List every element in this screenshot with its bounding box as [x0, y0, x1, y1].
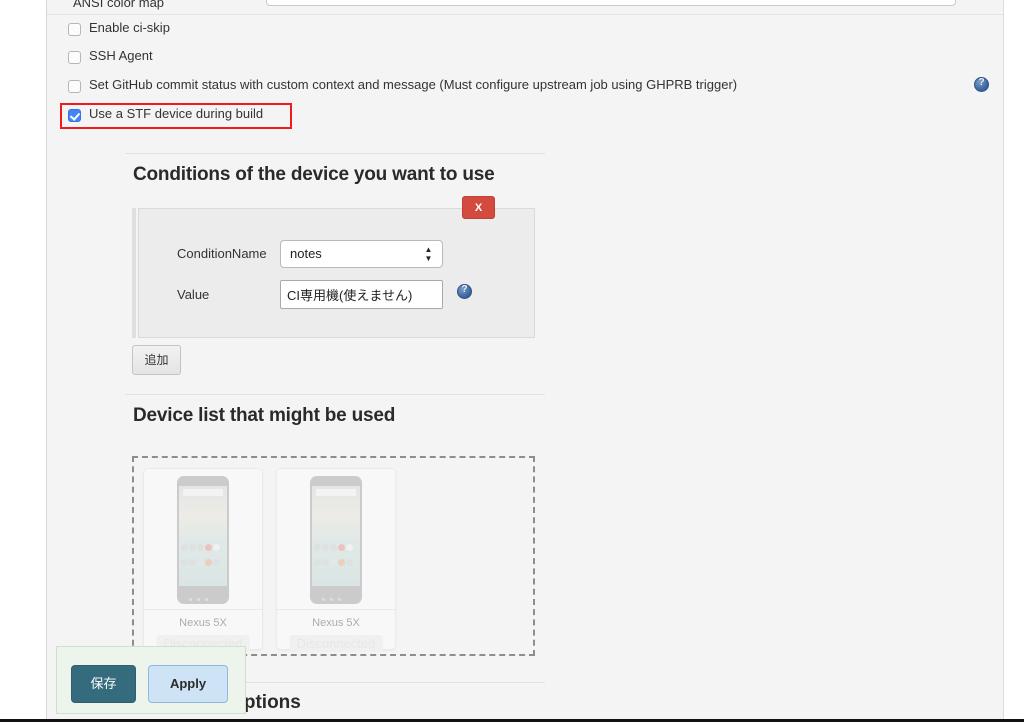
condition-value-input[interactable]	[280, 280, 443, 309]
conditions-heading: Conditions of the device you want to use	[133, 164, 495, 185]
device-thumbnail	[144, 469, 262, 609]
apply-button[interactable]: Apply	[148, 665, 228, 703]
checkbox-label-ssh-agent: SSH Agent	[89, 48, 153, 63]
page-root: ANSI color map xterm ▼ Enable ci-skip SS…	[0, 0, 1024, 722]
device-status-badge: Disconnected	[289, 635, 383, 652]
condition-name-value: notes	[290, 246, 322, 261]
device-card-divider	[144, 609, 262, 610]
save-button[interactable]: 保存	[71, 665, 136, 703]
device-name: Nexus 5X	[312, 617, 360, 629]
ansi-color-map-row: ANSI color map xterm ▼	[47, 0, 1003, 14]
condition-name-label: ConditionName	[177, 246, 267, 261]
device-card[interactable]: Nexus 5X Disconnected	[276, 468, 396, 652]
help-icon-github-commit-status[interactable]	[974, 77, 989, 95]
stf-device-section: Conditions of the device you want to use…	[47, 136, 1003, 716]
checkbox-row-use-stf-device[interactable]: Use a STF device during build	[47, 103, 1003, 131]
device-name: Nexus 5X	[179, 617, 227, 629]
ansi-color-map-select[interactable]: xterm ▼	[266, 0, 956, 6]
checkbox-enable-ci-skip[interactable]	[68, 23, 81, 36]
device-list-divider	[125, 394, 545, 395]
device-list-heading: Device list that might be used	[133, 405, 396, 426]
checkbox-row-github-commit-status[interactable]: Set GitHub commit status with custom con…	[47, 74, 1003, 102]
device-card-divider	[277, 609, 395, 610]
checkbox-row-ssh-agent[interactable]: SSH Agent	[47, 45, 1003, 73]
add-condition-button[interactable]: 追加	[132, 345, 181, 375]
device-thumbnail	[277, 469, 395, 609]
condition-panel: ConditionName notes ▲ ▼ Value	[138, 208, 535, 338]
device-card[interactable]: Nexus 5X Disconnected	[143, 468, 263, 652]
checkbox-ssh-agent[interactable]	[68, 51, 81, 64]
condition-value-label: Value	[177, 287, 210, 302]
condition-accent-bar	[132, 208, 136, 338]
help-icon-condition-value[interactable]	[457, 284, 472, 302]
checkbox-row-enable-ci-skip[interactable]: Enable ci-skip	[47, 17, 1003, 45]
condition-block: ConditionName notes ▲▼ Value X	[132, 196, 535, 338]
checkbox-label-github-commit-status: Set GitHub commit status with custom con…	[89, 77, 738, 92]
phone-illustration-icon	[310, 476, 362, 604]
checkbox-use-stf-device[interactable]	[68, 109, 81, 122]
checkbox-github-commit-status[interactable]	[68, 80, 81, 93]
select-spinner-icon: ▲ ▼	[424, 245, 433, 263]
condition-name-select[interactable]: notes ▲ ▼	[280, 240, 443, 268]
checkbox-label-use-stf-device: Use a STF device during build	[89, 106, 264, 121]
conditions-divider	[125, 153, 545, 154]
phone-illustration-icon	[177, 476, 229, 604]
condition-remove-button[interactable]: X	[462, 196, 495, 219]
ansi-color-map-label: ANSI color map	[73, 0, 165, 10]
checkbox-label-enable-ci-skip: Enable ci-skip	[89, 20, 170, 35]
top-divider	[47, 14, 1003, 15]
